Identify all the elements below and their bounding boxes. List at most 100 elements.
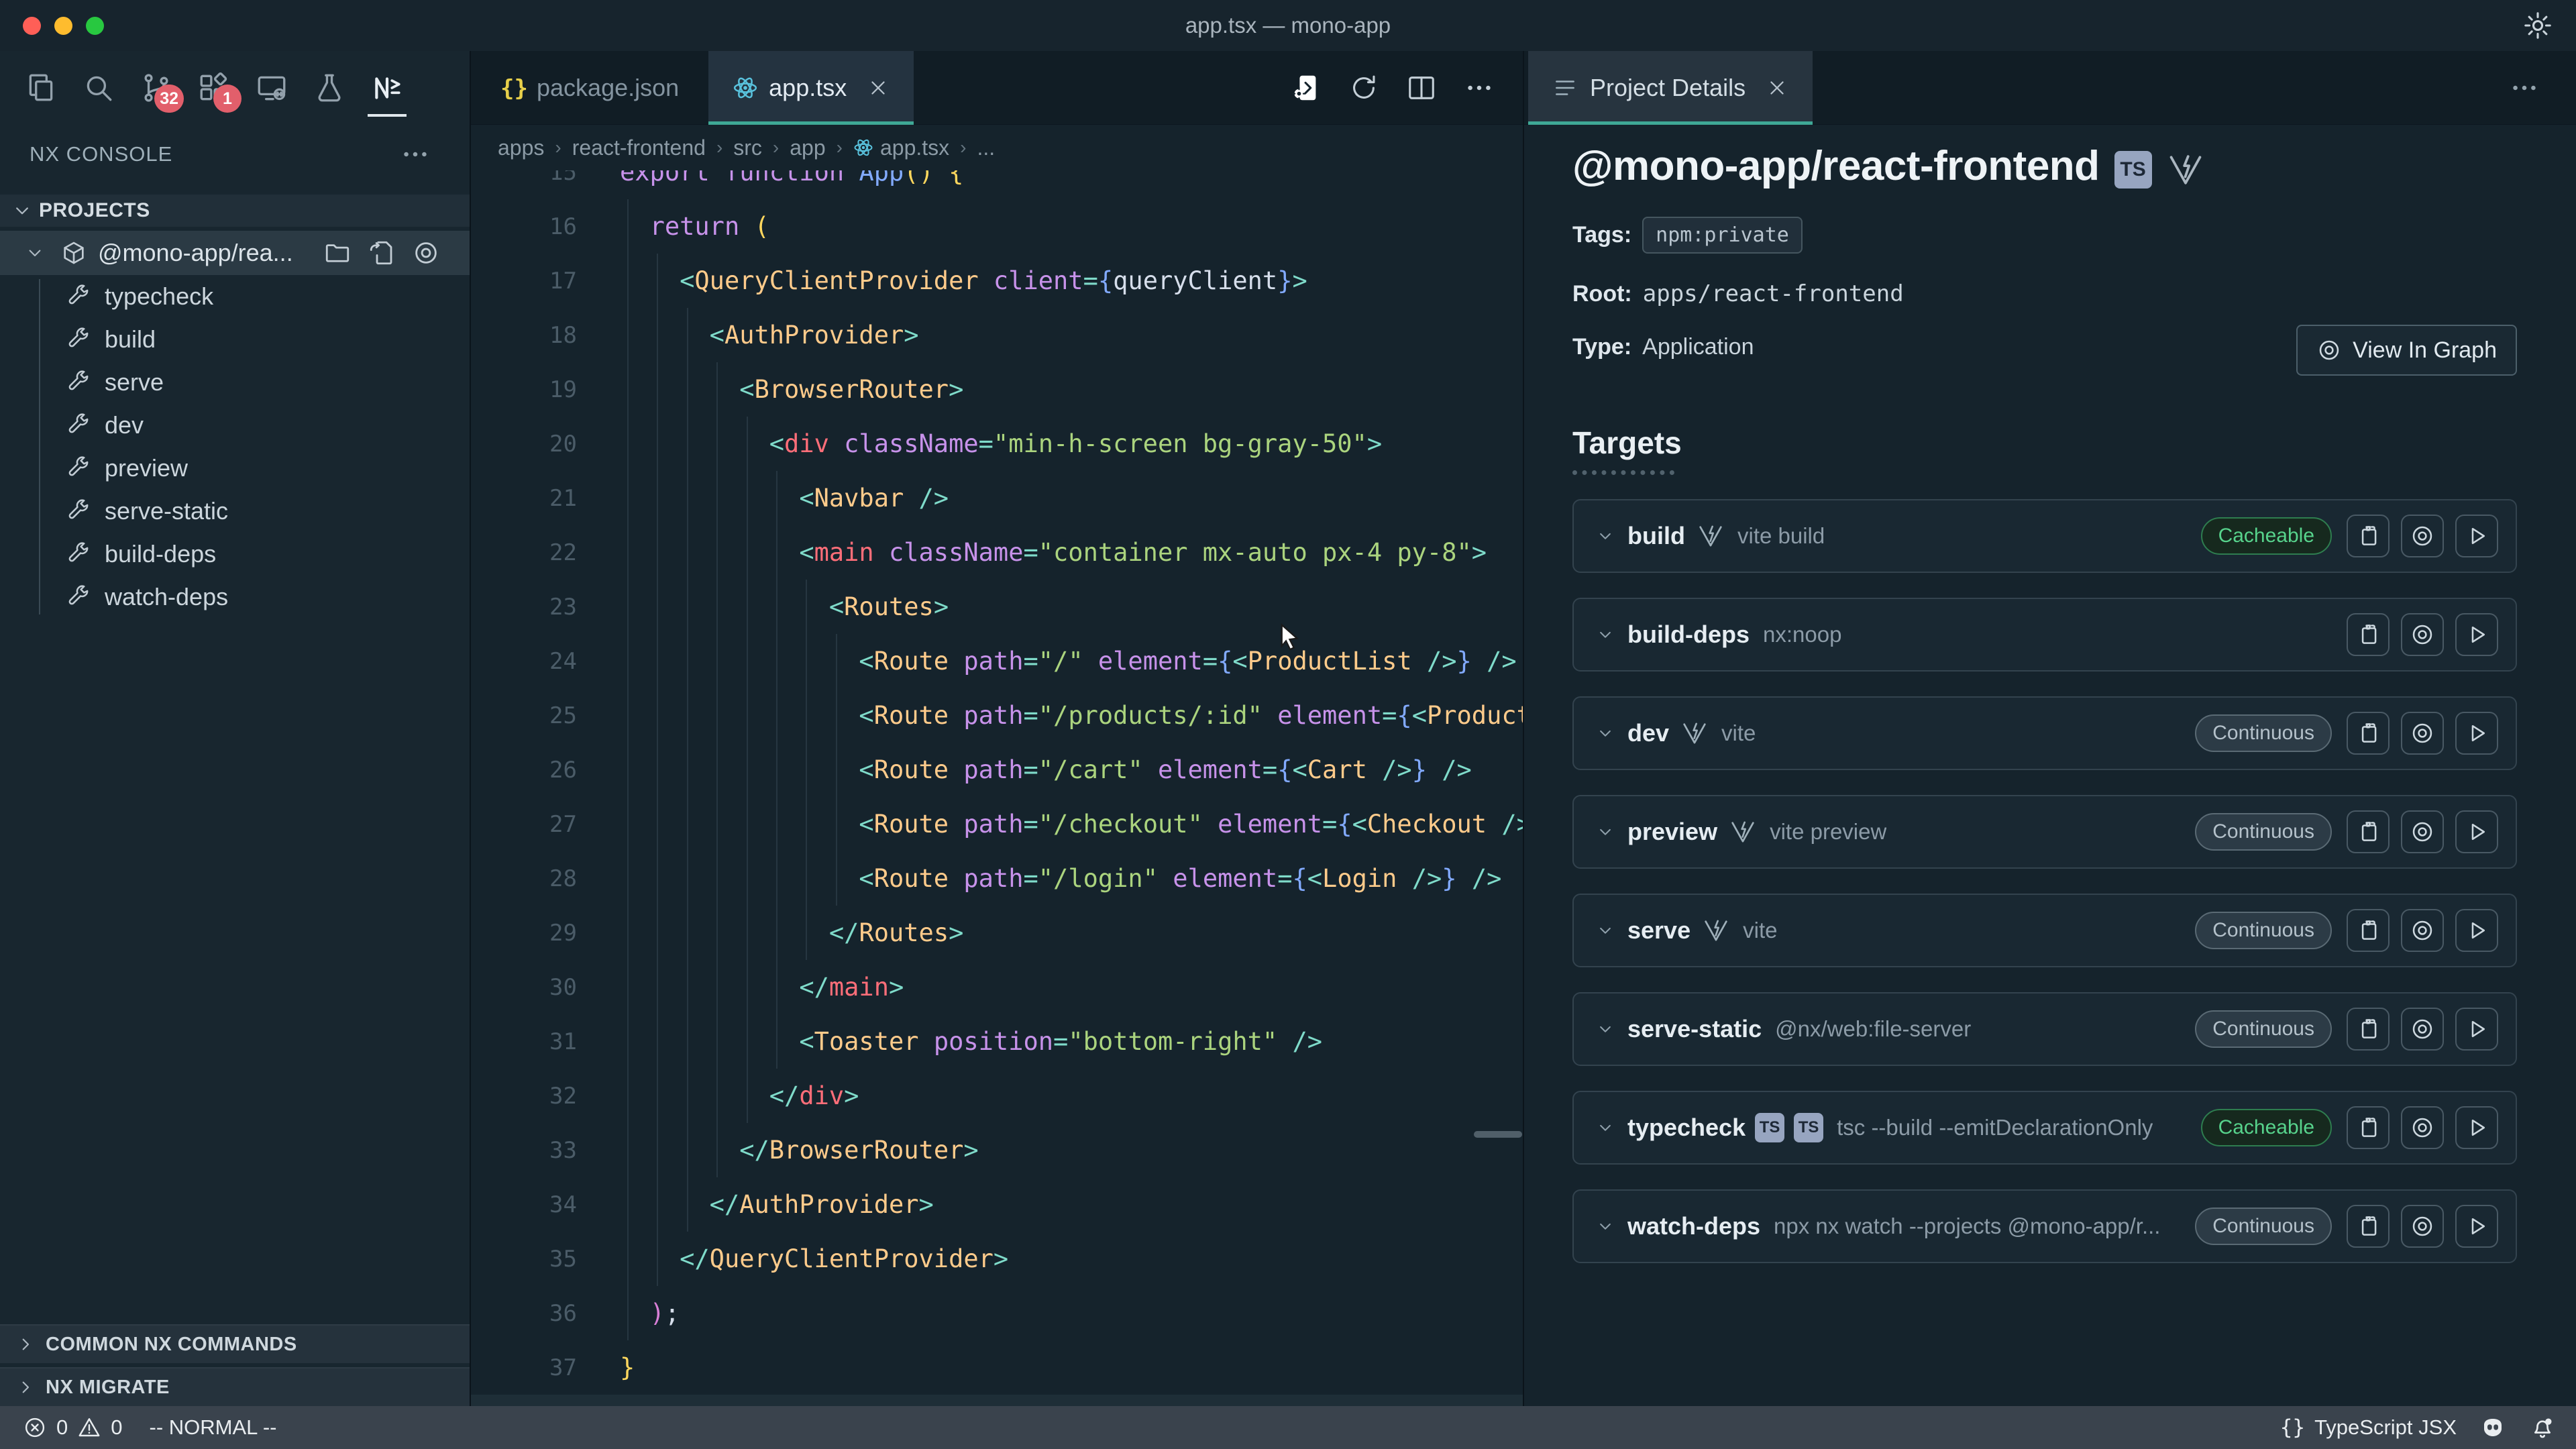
copy-task-button[interactable]: [2347, 1205, 2390, 1248]
sidebar-target-typecheck[interactable]: typecheck: [0, 275, 470, 318]
tab-app-tsx[interactable]: app.tsx: [708, 51, 914, 124]
target-card-build[interactable]: buildvite buildCacheable: [1572, 499, 2517, 573]
chevron-down-icon[interactable]: [1595, 1118, 1615, 1138]
run-target-button[interactable]: [2455, 515, 2498, 557]
view-target-in-graph-button[interactable]: [2401, 712, 2444, 755]
code-line-28[interactable]: 28 <Route path="/login" element={<Login …: [471, 851, 1523, 906]
run-target-button[interactable]: [2455, 909, 2498, 952]
run-target-button[interactable]: [2455, 1205, 2498, 1248]
code-line-16[interactable]: 16 return (: [471, 199, 1523, 254]
sidebar-target-build[interactable]: build: [0, 318, 470, 361]
close-icon[interactable]: [1766, 76, 1788, 99]
copy-task-button[interactable]: [2347, 1008, 2390, 1051]
chevron-down-icon[interactable]: [1595, 822, 1615, 842]
more-actions-icon[interactable]: [1464, 72, 1495, 103]
close-icon[interactable]: [867, 76, 890, 99]
target-card-watch-deps[interactable]: watch-depsnpx nx watch --projects @mono-…: [1572, 1189, 2517, 1263]
language-selector[interactable]: {} TypeScript JSX: [2280, 1415, 2457, 1440]
run-target-button[interactable]: [2455, 712, 2498, 755]
testing-icon[interactable]: [313, 71, 346, 105]
view-target-in-graph-button[interactable]: [2401, 1205, 2444, 1248]
target-card-dev[interactable]: devviteContinuous: [1572, 696, 2517, 770]
breadcrumb-item[interactable]: app.tsx: [853, 136, 949, 160]
settings-gear-icon[interactable]: [2522, 10, 2553, 41]
chevron-down-icon[interactable]: [1595, 625, 1615, 645]
chevron-down-icon[interactable]: [1595, 1019, 1615, 1039]
vim-mode-indicator[interactable]: -- NORMAL --: [150, 1415, 277, 1440]
refresh-icon[interactable]: [1348, 72, 1379, 103]
view-target-in-graph-button[interactable]: [2401, 810, 2444, 853]
problems-indicator[interactable]: 0 0: [23, 1415, 123, 1440]
chevron-down-icon[interactable]: [1595, 920, 1615, 941]
code-line-15[interactable]: 15export function App() {: [471, 170, 1523, 199]
code-line-26[interactable]: 26 <Route path="/cart" element={<Cart />…: [471, 743, 1523, 797]
run-target-button[interactable]: [2455, 1106, 2498, 1149]
target-card-build-deps[interactable]: build-depsnx:noop: [1572, 598, 2517, 672]
notifications-bell-icon[interactable]: [2529, 1414, 2556, 1441]
sidebar-target-serve[interactable]: serve: [0, 361, 470, 404]
copy-task-button[interactable]: [2347, 613, 2390, 656]
explorer-icon[interactable]: [24, 71, 58, 105]
code-line-32[interactable]: 32 </div>: [471, 1069, 1523, 1123]
view-target-in-graph-button[interactable]: [2401, 909, 2444, 952]
code-line-18[interactable]: 18 <AuthProvider>: [471, 308, 1523, 362]
tab-project-details[interactable]: Project Details: [1528, 51, 1813, 124]
tab-package-json[interactable]: {} package.json: [471, 51, 708, 124]
code-line-24[interactable]: 24 <Route path="/" element={<ProductList…: [471, 634, 1523, 688]
code-line-38[interactable]: 38: [471, 1395, 1523, 1406]
target-card-serve-static[interactable]: serve-static@nx/web:file-serverContinuou…: [1572, 992, 2517, 1066]
code-line-23[interactable]: 23 <Routes>: [471, 580, 1523, 634]
copilot-icon[interactable]: [2479, 1414, 2506, 1441]
code-line-19[interactable]: 19 <BrowserRouter>: [471, 362, 1523, 417]
chevron-down-icon[interactable]: [1595, 723, 1615, 743]
target-card-typecheck[interactable]: typecheckTSTStsc --build --emitDeclarati…: [1572, 1091, 2517, 1165]
sidebar-target-preview[interactable]: preview: [0, 447, 470, 490]
projects-section-header[interactable]: PROJECTS: [0, 195, 470, 227]
target-card-serve[interactable]: serveviteContinuous: [1572, 894, 2517, 967]
view-in-graph-button[interactable]: View In Graph: [2296, 325, 2517, 376]
view-target-in-graph-button[interactable]: [2401, 515, 2444, 557]
project-row[interactable]: @mono-app/rea...: [0, 231, 470, 275]
code-line-30[interactable]: 30 </main>: [471, 960, 1523, 1014]
code-line-31[interactable]: 31 <Toaster position="bottom-right" />: [471, 1014, 1523, 1069]
breadcrumb-item[interactable]: src: [733, 136, 762, 160]
copy-task-button[interactable]: [2347, 909, 2390, 952]
view-target-in-graph-button[interactable]: [2401, 613, 2444, 656]
target-card-preview[interactable]: previewvite previewContinuous: [1572, 795, 2517, 869]
run-target-button[interactable]: [2455, 1008, 2498, 1051]
nx-console-icon[interactable]: [370, 71, 404, 105]
view-target-in-graph-button[interactable]: [2401, 1008, 2444, 1051]
goto-config-file-icon[interactable]: [368, 239, 396, 267]
remote-explorer-icon[interactable]: [255, 71, 288, 105]
breadcrumb-item[interactable]: react-frontend: [572, 136, 706, 160]
code-line-37[interactable]: 37}: [471, 1340, 1523, 1395]
sidebar-target-build-deps[interactable]: build-deps: [0, 533, 470, 576]
folder-icon[interactable]: [323, 239, 352, 267]
copy-task-button[interactable]: [2347, 810, 2390, 853]
sidebar-more-icon[interactable]: [400, 139, 431, 170]
chevron-down-icon[interactable]: [1595, 1216, 1615, 1236]
view-in-graph-icon[interactable]: [412, 239, 440, 267]
nx-migrate-section[interactable]: NX MIGRATE: [0, 1367, 470, 1406]
chevron-down-icon[interactable]: [1595, 526, 1615, 546]
search-icon[interactable]: [82, 71, 115, 105]
common-nx-commands-section[interactable]: COMMON NX COMMANDS: [0, 1324, 470, 1363]
breadcrumb-item[interactable]: apps: [498, 136, 544, 160]
extensions-icon[interactable]: 1: [197, 71, 231, 105]
source-control-icon[interactable]: 32: [140, 71, 173, 105]
code-line-20[interactable]: 20 <div className="min-h-screen bg-gray-…: [471, 417, 1523, 471]
code-line-21[interactable]: 21 <Navbar />: [471, 471, 1523, 525]
code-line-36[interactable]: 36 );: [471, 1286, 1523, 1340]
code-line-25[interactable]: 25 <Route path="/products/:id" element={…: [471, 688, 1523, 743]
copy-task-button[interactable]: [2347, 1106, 2390, 1149]
sidebar-target-serve-static[interactable]: serve-static: [0, 490, 470, 533]
breadcrumb-item[interactable]: app: [790, 136, 825, 160]
breadcrumb-item[interactable]: ...: [977, 136, 995, 160]
copy-task-button[interactable]: [2347, 515, 2390, 557]
panel-more-icon[interactable]: [2509, 72, 2540, 103]
code-line-17[interactable]: 17 <QueryClientProvider client={queryCli…: [471, 254, 1523, 308]
code-line-29[interactable]: 29 </Routes>: [471, 906, 1523, 960]
code-line-27[interactable]: 27 <Route path="/checkout" element={<Che…: [471, 797, 1523, 851]
code-line-22[interactable]: 22 <main className="container mx-auto px…: [471, 525, 1523, 580]
code-line-33[interactable]: 33 </BrowserRouter>: [471, 1123, 1523, 1177]
